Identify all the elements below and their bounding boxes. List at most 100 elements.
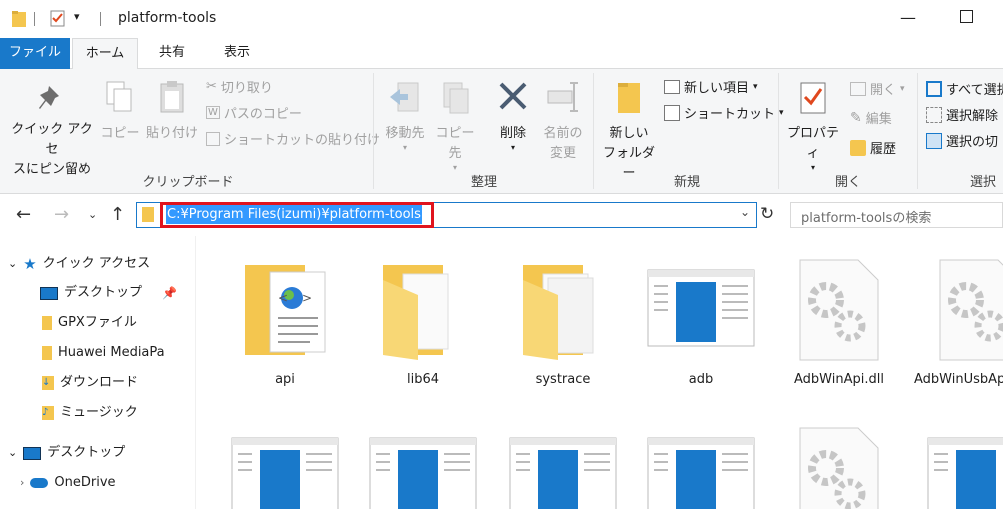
copy-to-button[interactable]: コピー先 ▾ bbox=[430, 79, 480, 172]
paste-shortcut-icon bbox=[206, 131, 220, 146]
minimize-button[interactable]: — bbox=[900, 8, 916, 27]
select-all-label: すべて選択 bbox=[946, 83, 1003, 98]
desktop-icon bbox=[23, 446, 42, 460]
chevron-down-icon: ▾ bbox=[510, 143, 515, 152]
music-folder-icon: ♪ bbox=[42, 406, 54, 420]
history-button[interactable]: 履歴 bbox=[850, 138, 896, 157]
file-item-systrace[interactable]: systrace bbox=[498, 236, 628, 396]
sidebar-item-label: デスクトップ bbox=[47, 445, 126, 460]
window-title: platform-tools bbox=[118, 10, 217, 26]
star-icon: ★ bbox=[23, 255, 37, 273]
copy-button[interactable]: コピー bbox=[100, 79, 140, 144]
select-none-button[interactable]: 選択解除 bbox=[926, 105, 998, 124]
sidebar-item-quick-access[interactable]: ⌄ ★ クイック アクセス bbox=[8, 252, 150, 276]
app-window-icon[interactable] bbox=[646, 436, 756, 509]
paste-label: 貼り付け bbox=[145, 126, 198, 141]
tab-share[interactable]: 共有 bbox=[140, 38, 204, 69]
chevron-down-icon: ⌄ bbox=[8, 257, 18, 270]
new-item-icon bbox=[664, 79, 680, 94]
sidebar-item-music[interactable]: ♪ ミュージック bbox=[42, 401, 138, 425]
folder-icon bbox=[42, 346, 52, 360]
app-window-icon[interactable] bbox=[230, 436, 340, 509]
refresh-icon[interactable]: ↻ bbox=[760, 204, 774, 224]
new-group-label: 新規 bbox=[673, 175, 700, 190]
chevron-right-icon: › bbox=[20, 476, 25, 489]
move-to-button[interactable]: 移動先 ▾ bbox=[380, 79, 430, 152]
recent-locations-chevron-icon[interactable]: ⌄ bbox=[88, 208, 97, 221]
tab-view[interactable]: 表示 bbox=[204, 38, 270, 69]
app-window-icon[interactable] bbox=[508, 436, 618, 509]
pencil-icon: ✎ bbox=[850, 109, 862, 126]
folder-icon bbox=[42, 316, 52, 330]
cut-label: 切り取り bbox=[220, 81, 273, 96]
group-separator bbox=[593, 73, 594, 189]
address-dropdown-chevron-icon[interactable]: ⌄ bbox=[740, 205, 750, 219]
maximize-button[interactable] bbox=[960, 10, 973, 23]
sidebar-item-onedrive[interactable]: › OneDrive bbox=[20, 471, 116, 495]
group-separator bbox=[778, 73, 779, 189]
svg-text:>: > bbox=[302, 291, 312, 305]
open-label: 開く bbox=[870, 83, 897, 98]
search-input[interactable]: platform-toolsの検索 bbox=[801, 207, 931, 226]
folder-icon bbox=[142, 207, 154, 222]
dll-gear-icon[interactable] bbox=[796, 424, 882, 509]
properties-button[interactable]: プロパティ ▾ bbox=[784, 79, 842, 172]
sidebar-item-gpx[interactable]: GPXファイル bbox=[42, 311, 137, 335]
select-all-icon bbox=[926, 80, 942, 97]
rename-label: 名前の 変更 bbox=[543, 126, 583, 161]
select-all-button[interactable]: すべて選択 bbox=[926, 79, 1003, 98]
file-item-adbwinusbapi-dll[interactable]: AdbWinUsbApi.dll bbox=[914, 236, 1003, 396]
sidebar-item-desktop[interactable]: デスクトップ 📌 bbox=[40, 281, 177, 305]
dll-gear-icon bbox=[799, 259, 879, 361]
sidebar-item-downloads[interactable]: ↓ ダウンロード bbox=[42, 371, 138, 395]
sidebar-item-huawei[interactable]: Huawei MediaPa bbox=[42, 341, 165, 365]
edit-button[interactable]: ✎ 編集 bbox=[850, 108, 892, 128]
group-separator bbox=[917, 73, 918, 189]
desktop-icon bbox=[40, 286, 58, 300]
select-group-label: 選択 bbox=[969, 175, 996, 190]
file-name: AdbWinUsbApi.dll bbox=[914, 372, 1003, 387]
file-item-api[interactable]: < > api bbox=[220, 236, 350, 396]
cut-button[interactable]: ✂ 切り取り bbox=[206, 77, 273, 96]
app-window-icon[interactable] bbox=[926, 436, 1003, 509]
file-item-adb[interactable]: adb bbox=[636, 236, 766, 396]
shortcut-label: ショートカット bbox=[684, 107, 776, 122]
pin-icon bbox=[39, 86, 59, 109]
sidebar-item-desktop-root[interactable]: ⌄ デスクトップ bbox=[8, 441, 125, 465]
delete-button[interactable]: 削除 ▾ bbox=[490, 79, 536, 152]
paste-shortcut-button[interactable]: ショートカットの貼り付け bbox=[206, 129, 380, 148]
rename-button[interactable]: 名前の 変更 bbox=[538, 79, 588, 164]
customize-toolbar-icon[interactable]: ▾ bbox=[74, 10, 80, 23]
file-name: AdbWinApi.dll bbox=[794, 372, 884, 387]
back-arrow-icon[interactable]: ← bbox=[16, 204, 31, 225]
open-button[interactable]: 開く ▾ bbox=[850, 79, 905, 98]
new-item-button[interactable]: 新しい項目 ▾ bbox=[664, 77, 758, 96]
new-folder-icon bbox=[618, 83, 640, 113]
paste-button[interactable]: 貼り付け bbox=[144, 79, 200, 144]
copy-icon bbox=[106, 81, 132, 112]
file-item-lib64[interactable]: lib64 bbox=[358, 236, 488, 396]
file-item-adbwinapi-dll[interactable]: AdbWinApi.dll bbox=[774, 236, 904, 396]
open-icon bbox=[850, 81, 866, 96]
folder-icon bbox=[12, 11, 26, 27]
forward-arrow-icon[interactable]: → bbox=[54, 204, 69, 225]
shortcut-button[interactable]: ショートカット ▾ bbox=[664, 103, 784, 122]
tab-file[interactable]: ファイル bbox=[0, 38, 70, 69]
app-window-icon[interactable] bbox=[368, 436, 478, 509]
sidebar-item-label: デスクトップ bbox=[64, 285, 143, 300]
copy-path-button[interactable]: W パスのコピー bbox=[206, 103, 302, 122]
tab-home[interactable]: ホーム bbox=[72, 38, 138, 70]
up-arrow-icon[interactable]: ↑ bbox=[110, 204, 125, 225]
separator bbox=[100, 12, 101, 26]
properties-icon[interactable] bbox=[50, 10, 66, 27]
invert-selection-button[interactable]: 選択の切 bbox=[926, 131, 998, 150]
file-name: api bbox=[275, 372, 295, 387]
new-folder-button[interactable]: 新しい フォルダー bbox=[600, 79, 658, 184]
delete-label: 削除 bbox=[499, 126, 526, 141]
invert-selection-label: 選択の切 bbox=[946, 135, 999, 150]
ribbon-tabs: ファイル ホーム 共有 表示 bbox=[0, 38, 1003, 70]
chevron-down-icon: ▾ bbox=[900, 83, 905, 94]
pin-to-quick-access-button[interactable]: クイック アクセ スにピン留め bbox=[6, 83, 98, 180]
pin-icon[interactable]: 📌 bbox=[162, 281, 177, 305]
scissors-icon: ✂ bbox=[206, 79, 217, 94]
